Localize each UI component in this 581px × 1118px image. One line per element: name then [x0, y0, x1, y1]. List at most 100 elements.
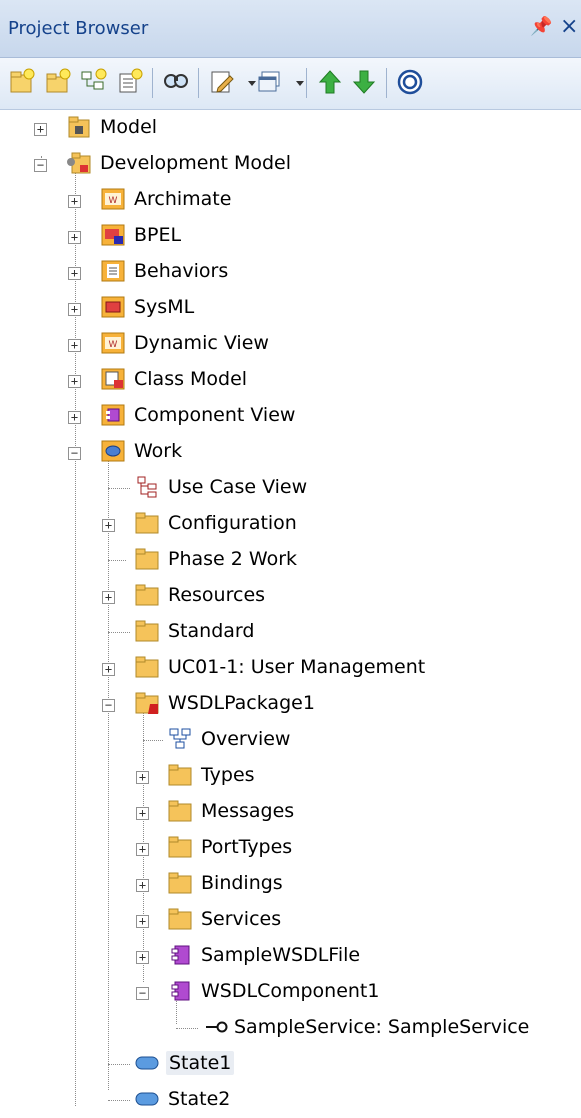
collapse-icon[interactable]: − — [34, 159, 47, 172]
diagram-icon — [167, 726, 193, 752]
properties-icon[interactable] — [208, 68, 236, 96]
tree-node-porttypes[interactable]: + PortTypes — [0, 830, 581, 866]
expand-icon[interactable]: + — [136, 879, 149, 892]
tree-node-state2[interactable]: State2 — [0, 1082, 581, 1118]
expand-icon[interactable]: + — [136, 843, 149, 856]
tree-node-types[interactable]: + Types — [0, 758, 581, 794]
tree-node-phase-2-work[interactable]: Phase 2 Work — [0, 542, 581, 578]
tree-node-model[interactable]: + Model — [0, 110, 581, 146]
svg-text:W: W — [109, 340, 118, 350]
tree-node-label: PortTypes — [201, 836, 293, 858]
tree-node-label: SampleWSDLFile — [201, 944, 361, 966]
expand-icon[interactable]: + — [68, 375, 81, 388]
tree-node-class-model[interactable]: + Class Model — [0, 362, 581, 398]
tree-node-services[interactable]: + Services — [0, 902, 581, 938]
tree-node-use-case-view[interactable]: Use Case View — [0, 470, 581, 506]
tree-node-work[interactable]: − Work — [0, 434, 581, 470]
tree-node-standard[interactable]: Standard — [0, 614, 581, 650]
component-icon — [167, 978, 193, 1004]
tree-node-wsdlpackage1[interactable]: − WSDLPackage1 — [0, 686, 581, 722]
tree-node-archimate[interactable]: + W Archimate — [0, 182, 581, 218]
tree-node-label: State1 — [166, 1051, 235, 1075]
tree-node-label: Types — [201, 764, 255, 786]
expand-icon[interactable]: + — [102, 591, 115, 604]
new-diagram-icon[interactable] — [80, 68, 108, 96]
tree-line — [108, 632, 130, 633]
folder-icon — [134, 546, 160, 572]
tree-node-label: Resources — [168, 584, 266, 606]
expand-icon[interactable]: + — [136, 807, 149, 820]
expand-icon[interactable]: + — [136, 951, 149, 964]
toolbar-separator — [198, 68, 199, 98]
expand-icon[interactable]: + — [68, 339, 81, 352]
toolbar-separator — [306, 68, 307, 98]
new-model-icon[interactable] — [8, 68, 36, 96]
tree-node-label: Archimate — [134, 188, 232, 210]
tree-node-samplewsdlfile[interactable]: + SampleWSDLFile — [0, 938, 581, 974]
expand-icon[interactable]: + — [68, 195, 81, 208]
move-up-icon[interactable] — [316, 68, 344, 96]
tree-node-label: Class Model — [134, 368, 248, 390]
tree-node-sampleservice[interactable]: SampleService: SampleService — [0, 1010, 581, 1046]
new-element-icon[interactable] — [116, 68, 144, 96]
expand-icon[interactable]: + — [102, 519, 115, 532]
expand-icon[interactable]: + — [136, 771, 149, 784]
dropdown-icon[interactable] — [238, 68, 256, 96]
title-bar: Project Browser 📌 × — [0, 0, 581, 58]
folder-icon — [167, 906, 193, 932]
expand-icon[interactable]: + — [68, 411, 81, 424]
tree-node-label: Development Model — [100, 152, 291, 174]
expand-icon[interactable]: + — [34, 123, 47, 136]
find-icon[interactable] — [162, 68, 190, 96]
move-down-icon[interactable] — [350, 68, 378, 96]
view-icon[interactable] — [256, 68, 284, 96]
tree-node-resources[interactable]: + Resources — [0, 578, 581, 614]
tree-node-development-model[interactable]: − Development Model — [0, 146, 581, 182]
tree-node-label: Work — [134, 440, 183, 462]
tree-node-label: Overview — [201, 728, 291, 750]
new-package-icon[interactable] — [44, 68, 72, 96]
expand-icon[interactable]: + — [68, 267, 81, 280]
class-model-package-icon — [100, 366, 126, 392]
tree-node-bpel[interactable]: + BPEL — [0, 218, 581, 254]
tree-node-behaviors[interactable]: + Behaviors — [0, 254, 581, 290]
expand-icon[interactable]: + — [136, 915, 149, 928]
tree-node-label: Behaviors — [134, 260, 229, 282]
tree-node-state1[interactable]: State1 — [0, 1046, 581, 1082]
tree-node-uc01-user-management[interactable]: + UC01-1: User Management — [0, 650, 581, 686]
tree-node-component-view[interactable]: + Component View — [0, 398, 581, 434]
component-icon — [167, 942, 193, 968]
tree-node-label: Services — [201, 908, 282, 930]
tree-line — [108, 1064, 130, 1065]
tree-node-sysml[interactable]: + SysML — [0, 290, 581, 326]
component-view-package-icon — [100, 402, 126, 428]
tree-node-label: Use Case View — [168, 476, 308, 498]
pin-icon[interactable]: 📌 — [530, 16, 552, 37]
expand-icon[interactable]: + — [68, 303, 81, 316]
provided-interface-icon — [204, 1014, 230, 1040]
tree-node-overview[interactable]: Overview — [0, 722, 581, 758]
sysml-package-icon — [100, 294, 126, 320]
expand-icon[interactable]: + — [68, 231, 81, 244]
tree-line — [108, 1100, 130, 1101]
expand-icon[interactable]: + — [102, 663, 115, 676]
tree-node-messages[interactable]: + Messages — [0, 794, 581, 830]
tree-node-configuration[interactable]: + Configuration — [0, 506, 581, 542]
tree-node-label: Bindings — [201, 872, 283, 894]
collapse-icon[interactable]: − — [68, 447, 81, 460]
tree-line — [108, 488, 130, 489]
tree-node-dynamic-view[interactable]: + W Dynamic View — [0, 326, 581, 362]
close-icon[interactable]: × — [560, 14, 578, 39]
behaviors-package-icon — [100, 258, 126, 284]
folder-icon — [134, 654, 160, 680]
tree-node-wsdlcomponent1[interactable]: − WSDLComponent1 — [0, 974, 581, 1010]
help-icon[interactable] — [396, 68, 424, 96]
tree-node-label: Model — [100, 116, 158, 138]
dropdown-icon[interactable] — [286, 68, 304, 96]
toolbar — [0, 58, 581, 110]
tree-node-label: Dynamic View — [134, 332, 269, 354]
tree-node-bindings[interactable]: + Bindings — [0, 866, 581, 902]
collapse-icon[interactable]: − — [136, 987, 149, 1000]
collapse-icon[interactable]: − — [102, 699, 115, 712]
folder-icon — [167, 798, 193, 824]
